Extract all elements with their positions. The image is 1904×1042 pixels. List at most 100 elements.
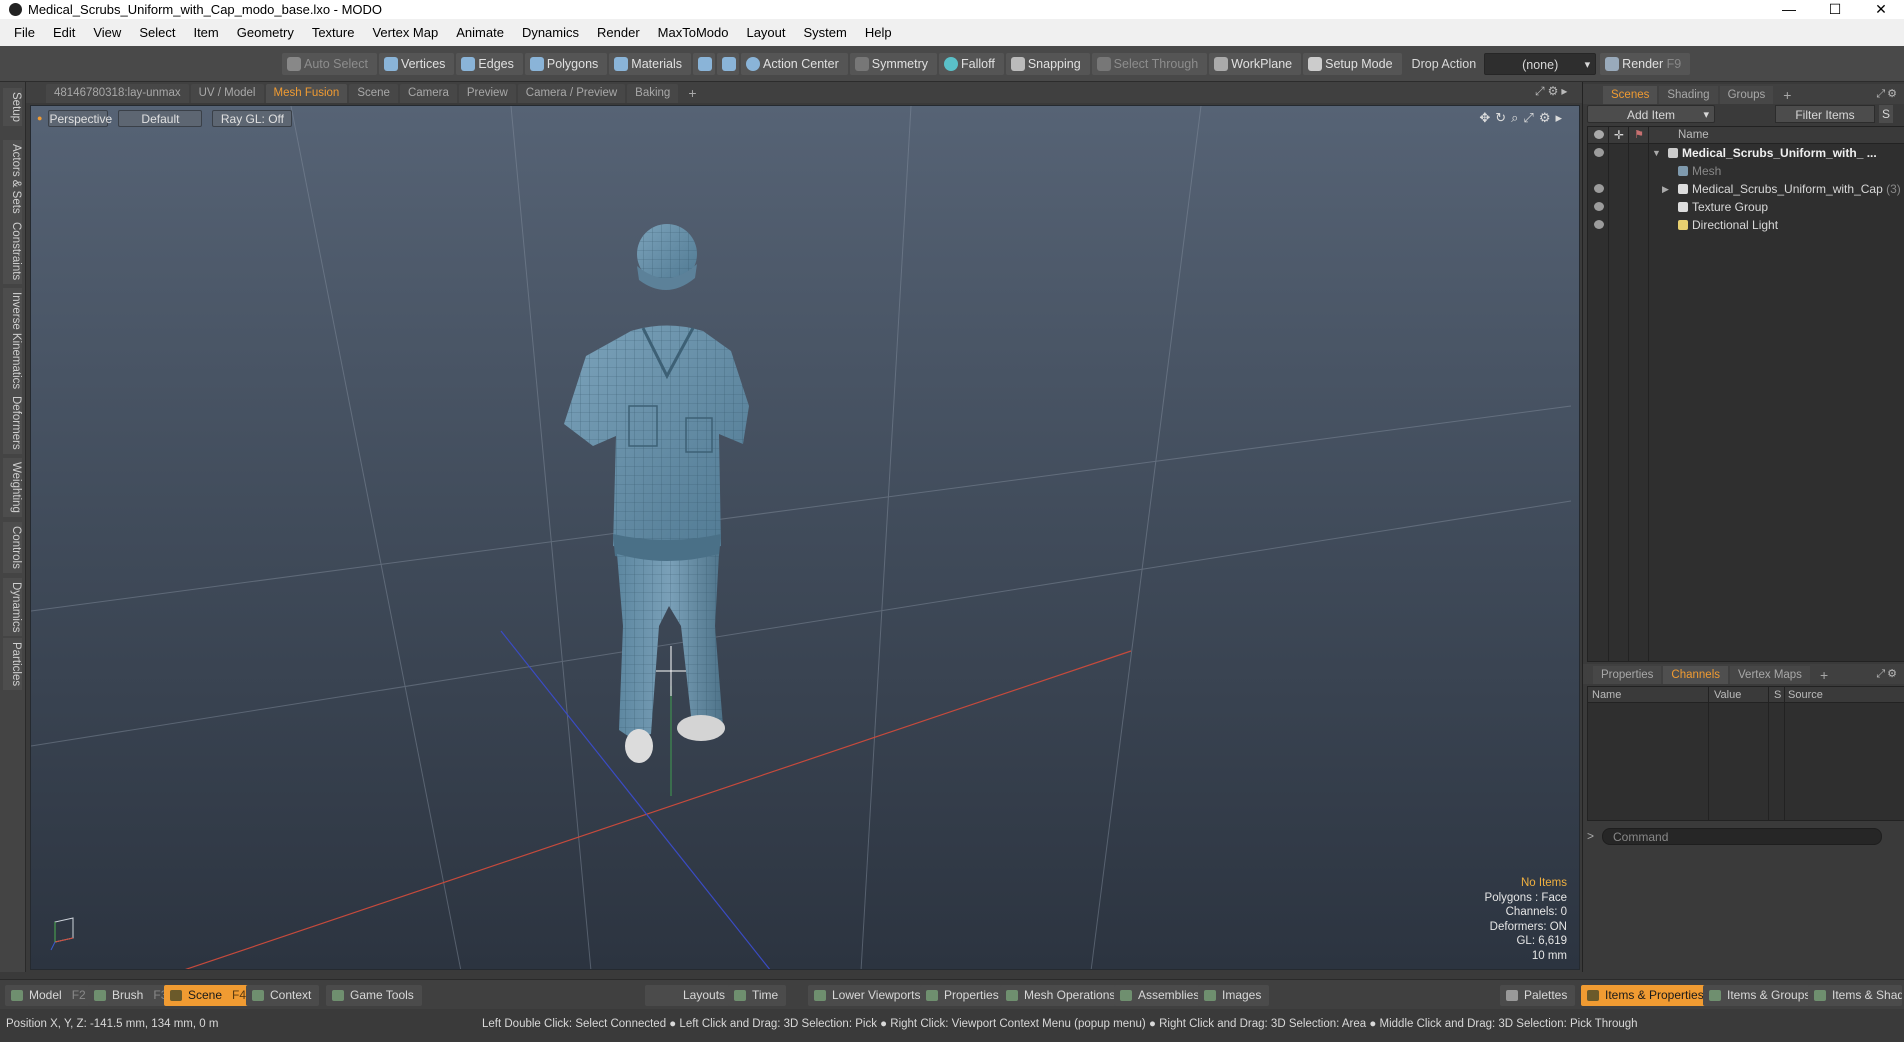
- add-panel-tab-button[interactable]: +: [1775, 86, 1799, 104]
- scrubs-model[interactable]: [564, 224, 749, 763]
- eye-icon[interactable]: [1594, 202, 1604, 211]
- tab-scene[interactable]: Scene: [349, 84, 398, 103]
- list-item-directional-light[interactable]: Directional Light: [1588, 216, 1904, 234]
- eye-icon[interactable]: [1594, 220, 1604, 229]
- expand-arrow-icon[interactable]: ▶: [1662, 180, 1669, 198]
- items-groups-button[interactable]: Items & Groups: [1703, 985, 1819, 1006]
- filter-items-button[interactable]: Filter Items: [1775, 105, 1875, 123]
- tab-baking[interactable]: Baking: [627, 84, 679, 103]
- menu-view[interactable]: View: [84, 25, 130, 40]
- tab-channels[interactable]: Channels: [1663, 666, 1729, 684]
- list-item-scene-root[interactable]: ▼ Medical_Scrubs_Uniform_with_ ...: [1588, 144, 1904, 162]
- arrow-right-icon[interactable]: ▸: [1561, 84, 1570, 98]
- add-tab-button[interactable]: +: [680, 84, 704, 103]
- shading-default-button[interactable]: Default: [118, 109, 203, 127]
- tab-actors-sets[interactable]: Actors & Sets: [3, 140, 22, 218]
- filter-s-button[interactable]: S: [1879, 105, 1893, 123]
- close-icon[interactable]: ✕: [1858, 0, 1904, 19]
- eye-icon[interactable]: [1594, 148, 1604, 157]
- menu-maxtomodo[interactable]: MaxToModo: [649, 25, 738, 40]
- menu-render[interactable]: Render: [588, 25, 649, 40]
- setup-mode-button[interactable]: Setup Mode: [1303, 52, 1402, 75]
- tab-constraints[interactable]: Constraints: [3, 218, 22, 285]
- auto-select-button[interactable]: Auto Select: [282, 52, 377, 75]
- menu-item[interactable]: Item: [184, 25, 227, 40]
- images-button[interactable]: Images: [1198, 985, 1270, 1006]
- menu-layout[interactable]: Layout: [737, 25, 794, 40]
- workplane-button[interactable]: WorkPlane: [1209, 52, 1302, 75]
- pan-icon[interactable]: ✥: [1479, 110, 1495, 125]
- add-item-dropdown[interactable]: Add Item: [1587, 105, 1715, 124]
- tab-setup[interactable]: Setup: [3, 88, 22, 127]
- menu-dynamics[interactable]: Dynamics: [513, 25, 588, 40]
- pivot-mode-button[interactable]: [717, 52, 740, 75]
- tab-properties[interactable]: Properties: [1593, 666, 1662, 684]
- symmetry-button[interactable]: Symmetry: [849, 52, 937, 75]
- perspective-button[interactable]: Perspective: [48, 109, 112, 127]
- menu-geometry[interactable]: Geometry: [228, 25, 303, 40]
- menu-texture[interactable]: Texture: [303, 25, 364, 40]
- panel-gear-icon[interactable]: ⤢⚙: [1876, 87, 1899, 101]
- minimize-icon[interactable]: —: [1766, 0, 1812, 19]
- mesh-operations-button[interactable]: Mesh Operations: [1000, 985, 1124, 1006]
- properties-gear-icon[interactable]: ⤢⚙: [1876, 667, 1899, 681]
- add-properties-tab-button[interactable]: +: [1812, 666, 1836, 684]
- tab-controls[interactable]: Controls: [3, 522, 22, 573]
- 3d-viewport[interactable]: ● Perspective Default Ray GL: Off ✥↻⌕⤢⚙▸…: [30, 105, 1580, 970]
- items-properties-button[interactable]: Items & Properties: [1581, 985, 1712, 1006]
- time-button[interactable]: Time: [728, 985, 787, 1006]
- menu-system[interactable]: System: [795, 25, 856, 40]
- model-layout-button[interactable]: Model F2: [5, 985, 94, 1006]
- lower-viewports-button[interactable]: Lower Viewports: [808, 985, 929, 1006]
- brush-layout-button[interactable]: Brush F3: [88, 985, 176, 1006]
- tab-camera[interactable]: Camera: [399, 84, 457, 103]
- list-item-group[interactable]: ▶ Medical_Scrubs_Uniform_with_Cap (3): [1588, 180, 1904, 198]
- tab-weighting[interactable]: Weighting: [3, 458, 22, 517]
- tab-inverse-kinematics[interactable]: Inverse Kinematics: [3, 288, 22, 394]
- tab-uv-model[interactable]: UV / Model: [190, 84, 264, 103]
- tab-dynamics[interactable]: Dynamics: [3, 578, 22, 637]
- menu-edit[interactable]: Edit: [44, 25, 84, 40]
- polygons-button[interactable]: Polygons: [524, 52, 608, 75]
- edges-button[interactable]: Edges: [456, 52, 523, 75]
- scene-render[interactable]: [31, 106, 1580, 970]
- list-item-mesh[interactable]: Mesh: [1588, 162, 1904, 180]
- menu-help[interactable]: Help: [856, 25, 901, 40]
- vertices-button[interactable]: Vertices: [378, 52, 455, 75]
- menu-vertex-map[interactable]: Vertex Map: [363, 25, 447, 40]
- collapse-arrow-icon[interactable]: ▼: [1652, 144, 1661, 162]
- items-shading-button[interactable]: Items & Shading: [1808, 985, 1902, 1006]
- viewport-arrow-icon[interactable]: ▸: [1555, 110, 1567, 125]
- raygl-toggle[interactable]: Ray GL: Off: [212, 109, 293, 127]
- game-tools-layout-button[interactable]: Game Tools: [326, 985, 422, 1006]
- maximize-icon[interactable]: ☐: [1812, 0, 1858, 19]
- render-button[interactable]: Render F9: [1600, 52, 1691, 75]
- zoom-icon[interactable]: ⌕: [1511, 110, 1523, 125]
- falloff-button[interactable]: Falloff: [939, 52, 1004, 75]
- tab-shading[interactable]: Shading: [1659, 86, 1718, 104]
- viewport-gear-icon[interactable]: ⚙: [1539, 110, 1556, 125]
- scene-layout-button[interactable]: Scene F4: [164, 985, 255, 1006]
- maximize-viewport-icon[interactable]: ⤢: [1535, 84, 1548, 98]
- rotate-icon[interactable]: ↻: [1495, 110, 1511, 125]
- tab-lay-unmax[interactable]: 48146780318:lay-unmax: [46, 84, 189, 103]
- gear-icon[interactable]: ⚙: [1548, 84, 1562, 98]
- tab-vertex-maps[interactable]: Vertex Maps: [1730, 666, 1810, 684]
- context-layout-button[interactable]: Context: [246, 985, 320, 1006]
- tab-scenes[interactable]: Scenes: [1603, 86, 1658, 104]
- snapping-button[interactable]: Snapping: [1005, 52, 1090, 75]
- list-item-texture-group[interactable]: Texture Group: [1588, 198, 1904, 216]
- fit-icon[interactable]: ⤢: [1523, 110, 1538, 125]
- tab-preview[interactable]: Preview: [458, 84, 516, 103]
- menu-file[interactable]: File: [5, 25, 44, 40]
- menu-animate[interactable]: Animate: [447, 25, 513, 40]
- eye-icon[interactable]: [1594, 184, 1604, 193]
- tab-deformers[interactable]: Deformers: [3, 392, 22, 454]
- tab-camera-preview[interactable]: Camera / Preview: [517, 84, 626, 103]
- palettes-button[interactable]: Palettes: [1500, 985, 1576, 1006]
- tab-particles[interactable]: Particles: [3, 638, 22, 691]
- assemblies-button[interactable]: Assemblies: [1114, 985, 1208, 1006]
- tab-groups[interactable]: Groups: [1719, 86, 1774, 104]
- action-center-button[interactable]: Action Center: [741, 52, 848, 75]
- select-through-button[interactable]: Select Through: [1091, 52, 1208, 75]
